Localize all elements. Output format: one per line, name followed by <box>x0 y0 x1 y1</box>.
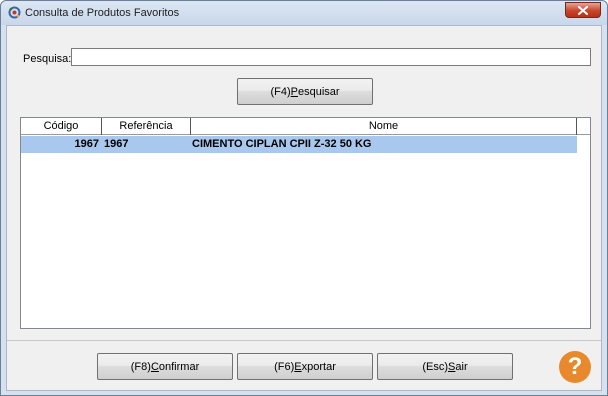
help-icon-glyph: ? <box>567 353 583 380</box>
cell-codigo: 1967 <box>74 138 99 150</box>
client-area: Pesquisa: (F4) Pesquisar Código Referênc… <box>6 25 602 391</box>
export-button-rest: xportar <box>301 360 336 373</box>
confirm-button-rest: onfirmar <box>158 360 200 373</box>
search-button[interactable]: (F4) Pesquisar <box>237 78 373 105</box>
grid-header: Código Referência Nome <box>21 118 590 135</box>
exit-button-accel: S <box>448 360 456 373</box>
window-title: Consulta de Produtos Favoritos <box>25 7 180 19</box>
app-icon <box>8 6 21 19</box>
search-input[interactable] <box>71 48 591 66</box>
cell-referencia: 1967 <box>104 138 129 150</box>
export-button[interactable]: (F6) Exportar <box>237 353 373 380</box>
confirm-button-accel: C <box>150 360 159 373</box>
table-row[interactable]: 1967 1967 CIMENTO CIPLAN CPII Z-32 50 KG <box>21 136 577 153</box>
exit-button[interactable]: (Esc) Sair <box>377 353 513 380</box>
search-button-accel: P <box>290 85 298 98</box>
search-label: Pesquisa: <box>23 53 72 65</box>
column-header-nome[interactable]: Nome <box>191 118 577 135</box>
close-button[interactable] <box>565 2 601 18</box>
exit-button-prefix: (Esc) <box>422 360 449 373</box>
confirm-button[interactable]: (F8) Confirmar <box>97 353 233 380</box>
exit-button-rest: air <box>455 360 468 373</box>
divider <box>7 340 601 341</box>
title-bar: Consulta de Produtos Favoritos <box>1 1 607 25</box>
confirm-button-prefix: (F8) <box>130 360 151 373</box>
window: Consulta de Produtos Favoritos Pesquisa:… <box>0 0 608 396</box>
cell-nome: CIMENTO CIPLAN CPII Z-32 50 KG <box>192 138 372 150</box>
export-button-prefix: (F6) <box>274 360 295 373</box>
export-button-accel: E <box>294 360 302 373</box>
search-button-rest: esquisar <box>297 85 340 98</box>
results-grid[interactable]: Código Referência Nome 1967 1967 CIMENTO… <box>20 117 591 329</box>
help-icon[interactable]: ? <box>559 351 591 383</box>
close-icon <box>578 5 588 15</box>
column-header-referencia[interactable]: Referência <box>102 118 191 135</box>
column-header-codigo[interactable]: Código <box>21 118 102 135</box>
search-button-prefix: (F4) <box>270 85 291 98</box>
